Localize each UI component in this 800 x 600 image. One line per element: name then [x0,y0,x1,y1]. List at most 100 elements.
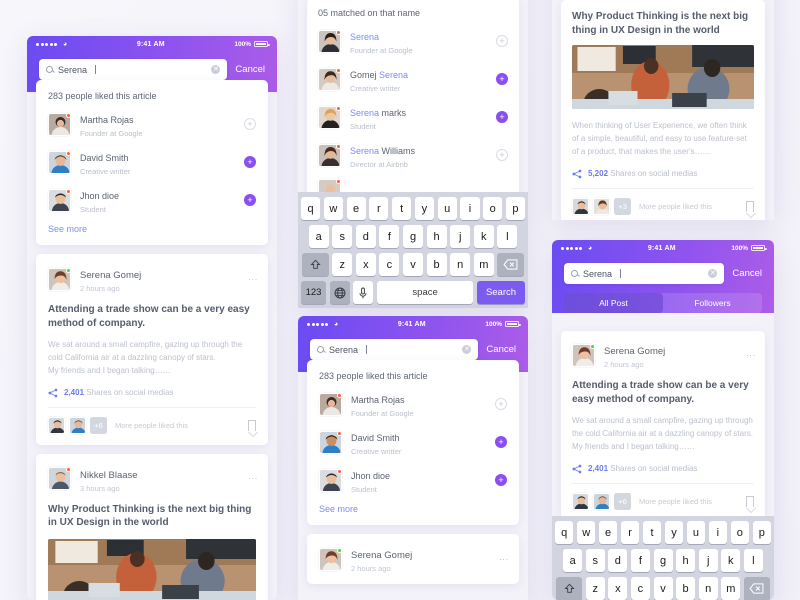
key-i[interactable]: i [708,521,728,544]
key-n[interactable]: n [698,577,718,600]
key-a[interactable]: a [563,549,583,572]
key-v[interactable]: v [403,253,423,276]
kebab-menu-icon[interactable]: ⋮ [499,555,509,564]
search-key[interactable]: Search [477,281,525,304]
virtual-keyboard[interactable]: q w e r t y u i o p a s d f g h j k l z … [298,192,528,308]
list-item[interactable]: Serena Williams Director at Airbnb + [318,141,508,169]
globe-icon[interactable] [329,281,350,304]
add-person-button[interactable]: + [244,118,256,130]
key-i[interactable]: i [460,197,480,220]
key-j[interactable]: j [450,225,471,248]
search-input[interactable]: Serena ✕ [564,263,725,284]
numbers-key[interactable]: 123 [301,281,326,304]
key-k[interactable]: k [721,549,741,572]
shift-icon[interactable] [301,253,329,276]
list-item[interactable]: David Smith Creative writter + [319,428,507,456]
list-item[interactable]: Jhon dioe Student + [48,186,256,214]
list-item[interactable]: Serena marks Student + [318,103,508,131]
key-b[interactable]: b [426,253,447,276]
key-d[interactable]: d [355,225,376,248]
key-a[interactable]: a [308,225,329,248]
kebab-menu-icon[interactable]: ⋮ [248,275,258,284]
key-c[interactable]: c [379,253,400,276]
add-person-button[interactable]: + [496,35,508,47]
key-r[interactable]: r [620,521,640,544]
key-m[interactable]: m [473,253,494,276]
key-m[interactable]: m [721,577,741,600]
backspace-icon[interactable] [497,253,525,276]
key-w[interactable]: w [323,197,343,220]
add-person-button[interactable]: + [496,73,508,85]
clear-icon[interactable]: ✕ [211,65,221,74]
share-stats[interactable]: 2,401 Shares on social medias [572,464,754,474]
key-t[interactable]: t [392,197,412,220]
key-b[interactable]: b [676,577,696,600]
virtual-keyboard[interactable]: q w e r t y u i o p a s d f g h j k l z … [552,516,774,600]
key-o[interactable]: o [483,197,503,220]
backspace-icon[interactable] [743,577,770,600]
key-n[interactable]: n [450,253,471,276]
key-q[interactable]: q [555,521,574,544]
key-p[interactable]: p [505,197,526,220]
search-input[interactable]: Serena ✕ [39,59,228,80]
kebab-menu-icon[interactable]: ⋮ [248,474,258,483]
key-e[interactable]: e [346,197,366,220]
shift-icon[interactable] [556,577,583,600]
space-key[interactable]: space [376,281,474,304]
list-item[interactable]: Martha Rojas Founder at Google + [48,110,256,138]
bookmark-icon[interactable] [745,200,756,218]
add-person-button[interactable]: + [495,436,507,448]
share-stats[interactable]: 2,401 Shares on social medias [48,388,256,398]
key-z[interactable]: z [332,253,353,276]
key-h[interactable]: h [426,225,447,248]
key-z[interactable]: z [585,577,605,600]
key-v[interactable]: v [653,577,673,600]
kebab-menu-icon[interactable]: ⋮ [746,351,756,360]
cancel-button[interactable]: Cancel [732,268,762,279]
key-s[interactable]: s [332,225,353,248]
add-person-button[interactable]: + [496,111,508,123]
key-u[interactable]: u [437,197,457,220]
key-d[interactable]: d [608,549,628,572]
list-item[interactable]: David Smith Creative writter + [48,148,256,176]
key-p[interactable]: p [752,521,771,544]
key-u[interactable]: u [686,521,706,544]
key-l[interactable]: l [743,549,763,572]
key-y[interactable]: y [414,197,434,220]
add-person-button[interactable]: + [495,398,507,410]
add-person-button[interactable]: + [496,149,508,161]
key-e[interactable]: e [598,521,618,544]
see-more-link[interactable]: See more [48,224,256,234]
key-g[interactable]: g [653,549,673,572]
key-o[interactable]: o [730,521,750,544]
add-person-button[interactable]: + [244,156,256,168]
tab-all-post[interactable]: All Post [564,293,663,313]
key-q[interactable]: q [300,197,321,220]
key-j[interactable]: j [698,549,718,572]
key-h[interactable]: h [676,549,696,572]
key-c[interactable]: c [630,577,650,600]
key-t[interactable]: t [642,521,662,544]
key-f[interactable]: f [630,549,650,572]
list-item[interactable]: Gomej Serena Creative writter + [318,65,508,93]
bookmark-icon[interactable] [247,419,258,437]
key-x[interactable]: x [608,577,628,600]
list-item[interactable]: Jhon dioe Student + [319,466,507,494]
search-input[interactable]: Serena ✕ [310,339,479,360]
add-person-button[interactable]: + [495,474,507,486]
key-s[interactable]: s [585,549,605,572]
key-w[interactable]: w [576,521,596,544]
clear-icon[interactable]: ✕ [462,345,472,354]
key-f[interactable]: f [379,225,400,248]
key-x[interactable]: x [355,253,376,276]
key-y[interactable]: y [664,521,684,544]
key-r[interactable]: r [369,197,389,220]
cancel-button[interactable]: Cancel [486,344,516,355]
add-person-button[interactable]: + [244,194,256,206]
see-more-link[interactable]: See more [319,504,507,514]
bookmark-icon[interactable] [745,495,756,513]
clear-icon[interactable]: ✕ [708,269,718,278]
cancel-button[interactable]: Cancel [235,64,265,75]
share-stats[interactable]: 5,202 Shares on social medias [572,169,754,179]
tab-followers[interactable]: Followers [663,293,762,313]
